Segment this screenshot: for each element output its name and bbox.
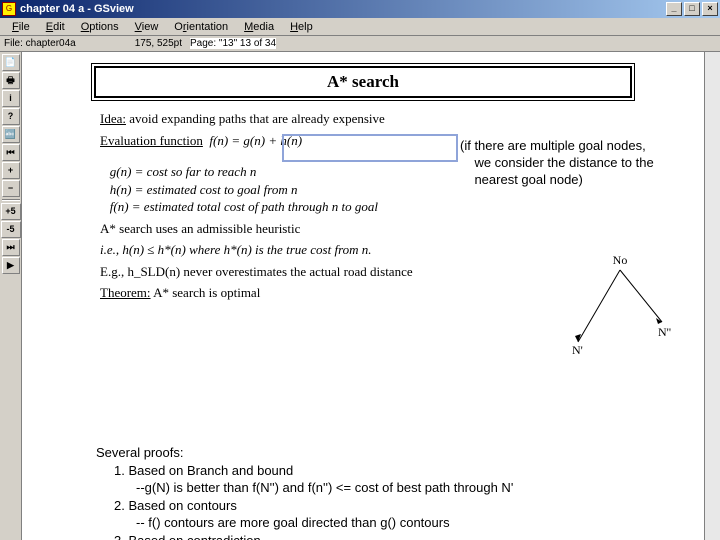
- document-content: A* search (if there are multiple goal no…: [22, 52, 704, 540]
- proof-item: 2. Based on contours: [114, 497, 656, 515]
- menu-help[interactable]: Help: [282, 19, 321, 35]
- tree-root-label: No: [613, 253, 628, 267]
- admissible-line-2: i.e., h(n) ≤ h*(n) where h*(n) is the tr…: [100, 241, 640, 259]
- info-strip: File: chapter04a 175, 525pt Page: "13" 1…: [0, 36, 720, 52]
- window-title: chapter 04 a - GSview: [20, 3, 666, 15]
- info-page: Page: "13" 13 of 34: [190, 38, 276, 49]
- annotation-line: (if there are multiple goal nodes,: [460, 138, 646, 153]
- page-title: A* search: [94, 66, 632, 98]
- g-def: g(n) = cost so far to reach n: [110, 164, 257, 179]
- info-button[interactable]: i: [2, 90, 20, 107]
- annotation-line: nearest goal node): [474, 172, 582, 187]
- next-button[interactable]: ⏭: [2, 239, 20, 256]
- proof-subitem: --g(N) is better than f(N'') and f(n'') …: [136, 479, 656, 497]
- menu-view[interactable]: View: [127, 19, 167, 35]
- toolbar-divider: [2, 199, 20, 201]
- menu-file[interactable]: File: [4, 19, 38, 35]
- theorem-text: A* search is optimal: [153, 285, 260, 300]
- f-def: f(n) = estimated total cost of path thro…: [110, 199, 378, 214]
- prev-button[interactable]: ⏮: [2, 144, 20, 161]
- annotation-line: we consider the distance to the: [474, 155, 653, 170]
- menu-edit[interactable]: Edit: [38, 19, 73, 35]
- idea-text: avoid expanding paths that are already e…: [129, 111, 385, 126]
- minimize-button[interactable]: _: [666, 2, 682, 16]
- info-file: File: chapter04a: [4, 38, 84, 49]
- menu-orientation[interactable]: Orientation: [166, 19, 236, 35]
- idea-label: Idea:: [100, 111, 126, 126]
- admissible-line-1: A* search uses an admissible heuristic: [100, 220, 640, 238]
- theorem-label: Theorem:: [100, 285, 151, 300]
- toolstrip: 📄 🖶 i ? 🔤 ⏮ + − +5 -5 ⏭ ▶: [0, 52, 22, 540]
- proofs-annotation: Several proofs: 1. Based on Branch and b…: [96, 444, 656, 540]
- print-button[interactable]: 🖶: [2, 72, 20, 89]
- find-button[interactable]: 🔤: [2, 126, 20, 143]
- titlebar: G chapter 04 a - GSview _ □ ×: [0, 0, 720, 18]
- window-controls: _ □ ×: [666, 2, 718, 16]
- formula-highlight-box: [282, 134, 458, 162]
- close-button[interactable]: ×: [702, 2, 718, 16]
- zoom-out-button[interactable]: -5: [1, 221, 21, 238]
- minus-button[interactable]: −: [2, 180, 20, 197]
- proof-subitem: -- f() contours are more goal directed t…: [136, 514, 656, 532]
- zoom-in-button[interactable]: +5: [1, 203, 21, 220]
- example-line: E.g., h_SLD(n) never overestimates the a…: [100, 263, 640, 281]
- tree-left-label: N': [572, 343, 583, 357]
- proof-item: 1. Based on Branch and bound: [114, 462, 656, 480]
- app-icon: G: [2, 2, 16, 16]
- eval-label: Evaluation function: [100, 133, 203, 148]
- menu-options[interactable]: Options: [73, 19, 127, 35]
- search-tree-diagram: No N' N'': [560, 252, 680, 362]
- proofs-title: Several proofs:: [96, 444, 656, 462]
- h-def: h(n) = estimated cost to goal from n: [110, 182, 298, 197]
- workarea: 📄 🖶 i ? 🔤 ⏮ + − +5 -5 ⏭ ▶ A* search (if …: [0, 52, 720, 540]
- menu-media[interactable]: Media: [236, 19, 282, 35]
- vertical-scrollbar[interactable]: [704, 52, 720, 540]
- plus-button[interactable]: +: [2, 162, 20, 179]
- menubar: File Edit Options View Orientation Media…: [0, 18, 720, 36]
- maximize-button[interactable]: □: [684, 2, 700, 16]
- tree-right-label: N'': [658, 325, 671, 339]
- proof-item: 3. Based on contradiction: [114, 532, 656, 540]
- open-button[interactable]: 📄: [2, 54, 20, 71]
- document-body: (if there are multiple goal nodes, we co…: [100, 110, 640, 302]
- info-coords: 175, 525pt: [92, 38, 182, 49]
- margin-annotation: (if there are multiple goal nodes, we co…: [460, 138, 720, 189]
- document-viewport: A* search (if there are multiple goal no…: [22, 52, 720, 540]
- help-button[interactable]: ?: [2, 108, 20, 125]
- last-button[interactable]: ▶: [2, 257, 20, 274]
